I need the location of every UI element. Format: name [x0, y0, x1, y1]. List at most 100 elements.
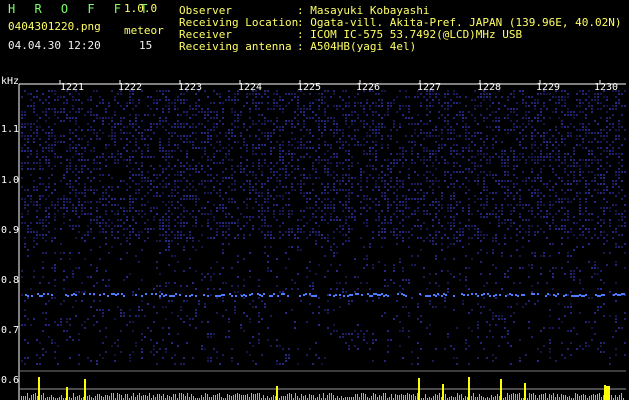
noise-dot	[186, 114, 188, 116]
carrier-dot	[373, 293, 375, 295]
noise-dot	[462, 303, 464, 305]
noise-dot	[393, 99, 395, 101]
noise-dot	[66, 210, 68, 212]
noise-dot	[60, 324, 62, 326]
noise-dot	[339, 129, 341, 131]
noise-dot	[624, 225, 626, 227]
noise-dot	[381, 231, 383, 233]
noise-dot	[357, 195, 359, 197]
noise-dot	[246, 222, 248, 224]
noise-dot	[381, 135, 383, 137]
noise-dot	[336, 165, 338, 167]
noise-dot	[372, 177, 374, 179]
noise-dot	[24, 189, 26, 191]
noise-dot	[429, 204, 431, 206]
noise-dot	[489, 156, 491, 158]
noise-dot	[267, 189, 269, 191]
noise-dot	[312, 282, 314, 284]
noise-dot	[483, 189, 485, 191]
noise-dot	[114, 132, 116, 134]
noise-dot	[210, 228, 212, 230]
noise-dot	[591, 180, 593, 182]
noise-dot	[336, 132, 338, 134]
noise-dot	[492, 237, 494, 239]
noise-dot	[129, 360, 131, 362]
noise-dot	[90, 219, 92, 221]
noise-dot	[396, 153, 398, 155]
noise-dot	[264, 216, 266, 218]
noise-dot	[531, 171, 533, 173]
noise-dot	[552, 204, 554, 206]
noise-dot	[492, 249, 494, 251]
noise-dot	[216, 174, 218, 176]
noise-dot	[405, 207, 407, 209]
noise-dot	[522, 117, 524, 119]
noise-dot	[204, 171, 206, 173]
noise-dot	[579, 99, 581, 101]
noise-dot	[591, 219, 593, 221]
noise-dot	[324, 96, 326, 98]
noise-dot	[135, 234, 137, 236]
meteor-bar	[295, 393, 296, 400]
noise-dot	[402, 201, 404, 203]
noise-dot	[513, 174, 515, 176]
noise-dot	[552, 273, 554, 275]
noise-dot	[336, 174, 338, 176]
noise-dot	[441, 204, 443, 206]
noise-dot	[375, 93, 377, 95]
noise-dot	[192, 108, 194, 110]
noise-dot	[273, 123, 275, 125]
noise-dot	[288, 357, 290, 359]
noise-dot	[609, 153, 611, 155]
noise-dot	[324, 309, 326, 311]
noise-dot	[378, 123, 380, 125]
noise-dot	[192, 147, 194, 149]
noise-dot	[222, 111, 224, 113]
noise-dot	[531, 285, 533, 287]
meteor-bar	[109, 396, 110, 400]
noise-dot	[420, 225, 422, 227]
carrier-dot	[563, 295, 565, 297]
noise-dot	[324, 120, 326, 122]
noise-dot	[330, 288, 332, 290]
noise-dot	[126, 324, 128, 326]
spectrogram-chart: kHz 1221 1222 1223 1224 1225 1226 1227 1…	[1, 76, 626, 400]
noise-dot	[501, 210, 503, 212]
noise-dot	[423, 267, 425, 269]
noise-dot	[21, 162, 23, 164]
noise-dot	[327, 327, 329, 329]
noise-dot	[318, 264, 320, 266]
noise-dot	[105, 225, 107, 227]
noise-dot	[435, 129, 437, 131]
noise-dot	[492, 156, 494, 158]
noise-dot	[45, 162, 47, 164]
noise-dot	[534, 108, 536, 110]
noise-dot	[450, 243, 452, 245]
noise-dot	[576, 114, 578, 116]
noise-dot	[24, 123, 26, 125]
noise-dot	[237, 363, 239, 365]
noise-dot	[483, 96, 485, 98]
noise-dot	[372, 231, 374, 233]
noise-dot	[570, 354, 572, 356]
noise-dot	[405, 279, 407, 281]
noise-dot	[387, 339, 389, 341]
noise-dot	[117, 102, 119, 104]
noise-dot	[378, 174, 380, 176]
noise-dot	[267, 102, 269, 104]
noise-dot	[471, 258, 473, 260]
noise-dot	[45, 147, 47, 149]
noise-dot	[561, 177, 563, 179]
noise-dot	[192, 216, 194, 218]
noise-dot	[417, 357, 419, 359]
noise-dot	[306, 276, 308, 278]
noise-dot	[267, 177, 269, 179]
noise-dot	[243, 105, 245, 107]
noise-dot	[342, 132, 344, 134]
noise-dot	[243, 138, 245, 140]
noise-dot	[549, 189, 551, 191]
noise-dot	[618, 93, 620, 95]
noise-dot	[192, 282, 194, 284]
noise-dot	[417, 303, 419, 305]
noise-dot	[93, 162, 95, 164]
